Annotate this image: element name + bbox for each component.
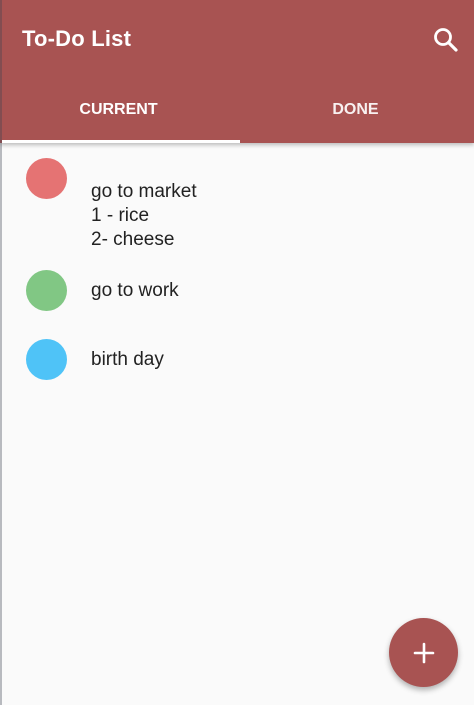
app-title: To-Do List [22, 26, 132, 51]
tab-current[interactable]: CURRENT [0, 80, 240, 143]
tab-bar: CURRENT DONE [0, 80, 474, 143]
list-item[interactable]: birth day [0, 339, 474, 389]
color-dot [26, 270, 67, 311]
tab-selected-indicator [2, 140, 240, 143]
color-dot [26, 339, 67, 380]
todo-text: go to market 1 - rice 2- cheese [91, 181, 197, 250]
tab-done[interactable]: DONE [237, 80, 474, 143]
search-button[interactable] [428, 22, 464, 58]
app-screen: To-Do List CURRENT DONE go to market 1 -… [0, 0, 474, 705]
search-icon [434, 28, 458, 52]
add-todo-button[interactable] [389, 618, 458, 687]
list-item[interactable]: go to market 1 - rice 2- cheese [0, 157, 474, 257]
window-edge [0, 0, 2, 705]
app-bar: To-Do List CURRENT DONE [0, 0, 474, 143]
color-dot [26, 158, 67, 199]
tab-done-label: DONE [332, 100, 379, 118]
todo-text: go to work [91, 280, 179, 301]
todo-text: birth day [91, 349, 164, 370]
list-item[interactable]: go to work [0, 270, 474, 320]
tab-current-label: CURRENT [79, 100, 158, 118]
plus-icon [413, 642, 434, 663]
